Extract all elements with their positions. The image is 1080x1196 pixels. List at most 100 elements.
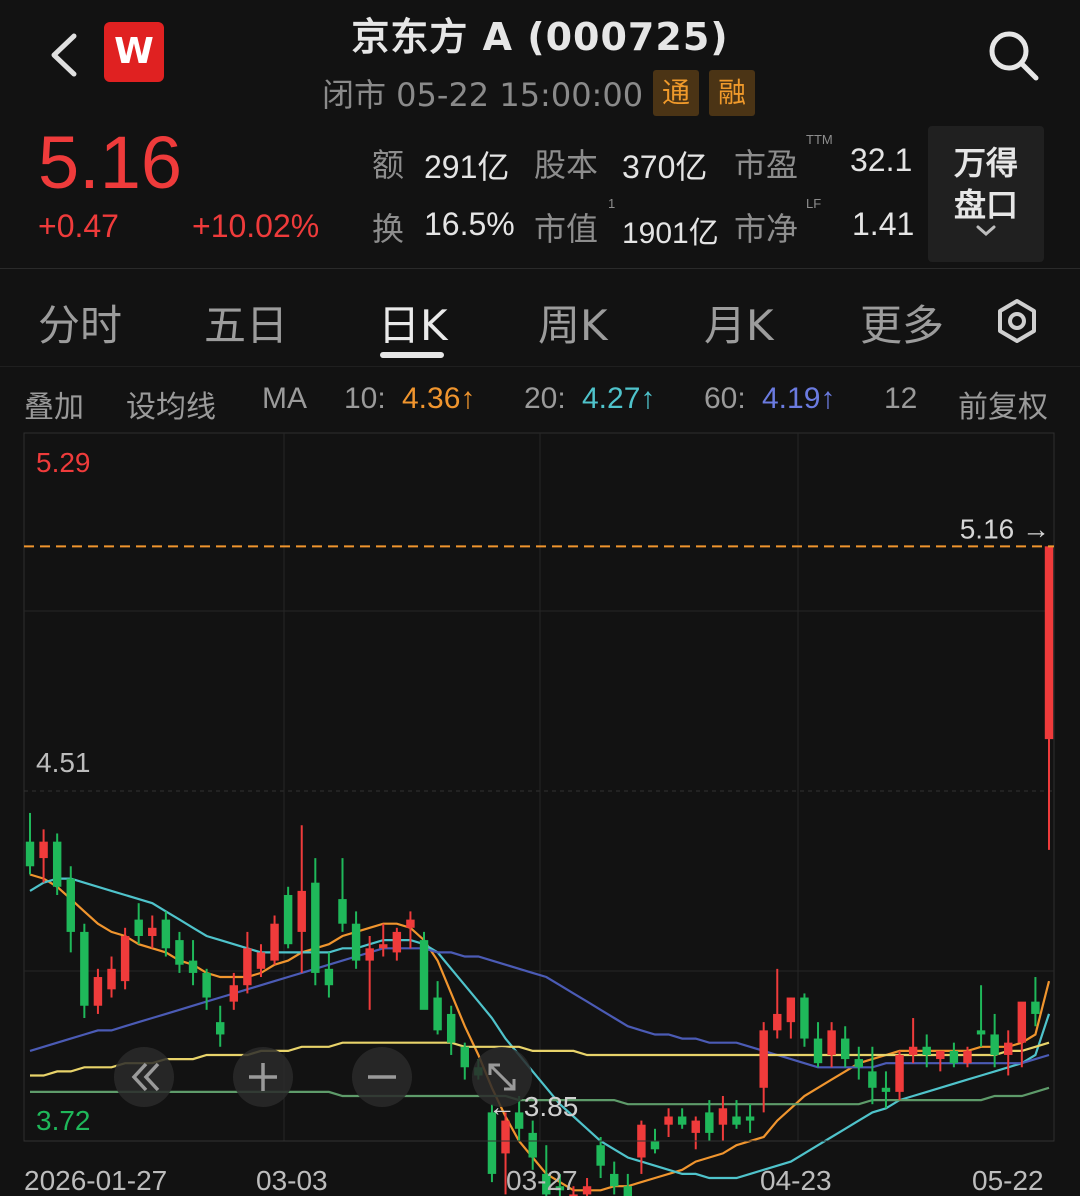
candle-down [460, 1046, 469, 1068]
candle-up [759, 1030, 768, 1088]
candle-down [52, 841, 62, 887]
candle-up [379, 944, 388, 949]
zoom-in-button[interactable] [233, 1047, 293, 1107]
candle-down [922, 1046, 931, 1055]
candle-up [256, 952, 266, 969]
zoom-out-button[interactable] [352, 1047, 412, 1107]
candle-down [610, 1173, 619, 1187]
scroll-left-button[interactable] [114, 1047, 174, 1107]
x-tick: 05-22 [972, 1165, 1044, 1196]
x-tick: 2026-01-27 [24, 1165, 167, 1196]
candle-down [949, 1050, 959, 1064]
candle-down [1031, 1001, 1040, 1014]
search-icon[interactable] [984, 26, 1042, 84]
candle-down [732, 1116, 741, 1125]
shares-value: 370亿 [622, 149, 708, 185]
pankou-line2: 盘口 [953, 186, 1018, 224]
candle-up [773, 1013, 782, 1031]
ma60-value: 4.19↑ [762, 382, 836, 415]
candle-down [324, 968, 334, 986]
high-mark-label: 4.51 [36, 747, 91, 778]
pankou-line1: 万得 [953, 144, 1018, 182]
candle-down [161, 919, 171, 949]
candle-down [745, 1116, 755, 1121]
candle-down [175, 940, 184, 965]
chevron-down-icon [976, 225, 996, 236]
candle-down [66, 878, 75, 932]
tab-daily-k[interactable]: 日K [378, 292, 448, 353]
x-tick: 03-03 [256, 1165, 328, 1196]
candle-up [229, 985, 239, 1002]
mktcap-sup: 1 [608, 196, 616, 211]
gear-icon[interactable] [994, 298, 1040, 344]
active-tab-indicator [380, 352, 444, 358]
x-tick: 04-23 [760, 1165, 832, 1196]
ma10-label: 10: [344, 382, 386, 415]
candle-up [691, 1120, 700, 1133]
candle-down [650, 1141, 660, 1150]
candle-up [39, 841, 48, 859]
candle-up [120, 936, 130, 982]
candle-up [664, 1116, 673, 1125]
tab-more[interactable]: 更多 [860, 292, 944, 353]
candle-down [419, 940, 429, 1010]
tab-monthly-k[interactable]: 月K [704, 292, 774, 353]
tab-five-day[interactable]: 五日 [204, 292, 288, 353]
pe-sup: TTM [806, 132, 833, 147]
candle-down [25, 841, 35, 867]
candle-up [963, 1050, 972, 1064]
pb-label: 市净 [734, 210, 799, 248]
candle-up [297, 890, 306, 932]
candle-down [840, 1038, 850, 1060]
candle-up [786, 997, 796, 1023]
margin-tag[interactable]: 融 [709, 70, 756, 116]
ma20-value: 4.27↑ [582, 382, 656, 415]
candle-up [270, 923, 279, 961]
candle-down [338, 899, 347, 924]
ma20-label: 20: [524, 382, 566, 415]
turnover-value: 16.5% [424, 206, 515, 242]
last-price: 5.16 [38, 121, 183, 204]
candle-up [895, 1054, 904, 1092]
candle-down [813, 1038, 823, 1064]
market-status: 闭市 05-22 15:00:00 通 融 [322, 70, 756, 116]
connect-tag[interactable]: 通 [653, 70, 700, 116]
tab-weekly-k[interactable]: 周K [538, 292, 608, 353]
candle-up [406, 919, 415, 928]
market-status-text: 闭市 05-22 15:00:00 [322, 76, 644, 114]
current-price-label: 5.16 → [960, 513, 1050, 544]
pe-value: 32.1 [850, 142, 913, 178]
wind-pankou-button[interactable]: 万得 盘口 [928, 126, 1044, 262]
pe-label: 市盈 [734, 146, 799, 184]
price-change: +0.47 [38, 208, 119, 244]
candle-down [446, 1013, 456, 1043]
kline-chart[interactable]: 5.16 → 5.29 4.51 ← 3.85 3.72 2026-01-27 … [0, 430, 1080, 1196]
set-ma-button[interactable]: 设均线 [126, 382, 216, 426]
candle-down [623, 1186, 633, 1196]
page-title: 京东方 A (000725) [351, 15, 729, 59]
shares-label: 股本 [534, 146, 599, 184]
divider [0, 268, 1080, 269]
fullscreen-button[interactable] [472, 1047, 532, 1107]
overlay-button[interactable]: 叠加 [24, 382, 84, 426]
tab-intraday[interactable]: 分时 [38, 292, 122, 353]
candle-up [582, 1186, 592, 1195]
candle-down [188, 960, 198, 973]
price-change-pct: +10.02% [192, 208, 320, 244]
amount-label: 额 [372, 146, 405, 184]
candle-down [283, 894, 293, 945]
mktcap-label: 市值 [534, 210, 599, 248]
candle-down [528, 1132, 537, 1158]
pb-sup: LF [806, 196, 822, 211]
ma60-label: 60: [704, 382, 746, 415]
candle-down [677, 1116, 687, 1125]
candle-down [976, 1030, 986, 1035]
candle-down [216, 1022, 225, 1035]
ma10-value: 4.36↑ [402, 382, 476, 415]
x-tick: 03-27 [506, 1165, 578, 1196]
candle-up [908, 1046, 918, 1055]
adjust-button[interactable]: 前复权 [958, 382, 1048, 426]
pb-value: 1.41 [852, 206, 915, 242]
ma-extra: 12 [884, 382, 918, 415]
candle-up [1004, 1042, 1013, 1055]
